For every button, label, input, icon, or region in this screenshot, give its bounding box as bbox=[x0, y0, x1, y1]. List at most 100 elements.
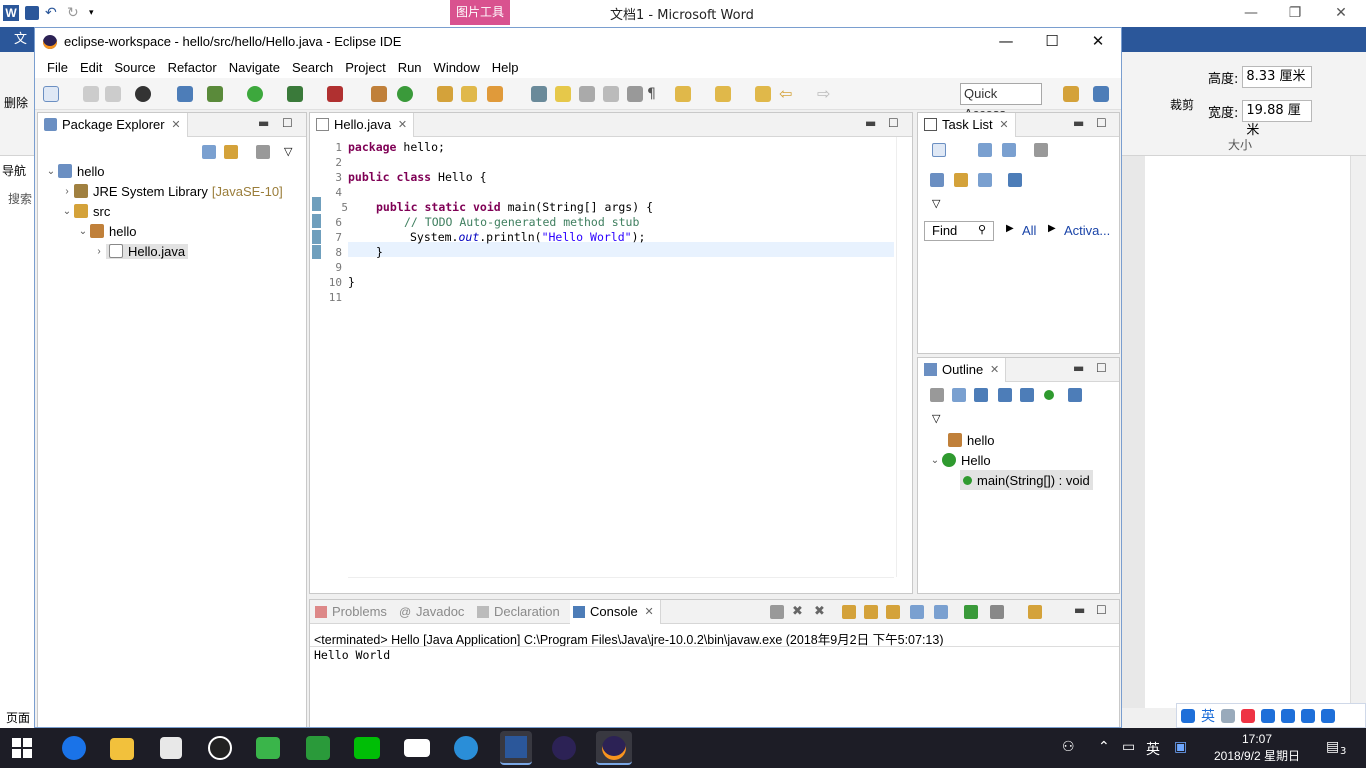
tab-declaration[interactable]: Declaration bbox=[474, 600, 560, 624]
collapse-all-icon[interactable] bbox=[978, 173, 992, 187]
maximize-icon[interactable]: ☐ bbox=[888, 116, 899, 130]
ime-settings-icon[interactable] bbox=[1321, 708, 1335, 723]
minimize-icon[interactable]: ▬ bbox=[258, 116, 269, 130]
menu-help[interactable]: Help bbox=[486, 60, 525, 75]
mail-icon[interactable] bbox=[404, 739, 430, 757]
chevron-up-icon[interactable]: ⌃ bbox=[1098, 739, 1110, 755]
open-perspective-icon[interactable] bbox=[1063, 86, 1079, 102]
word-vertical-scrollbar[interactable] bbox=[1350, 156, 1366, 708]
focus-icon[interactable] bbox=[930, 388, 944, 402]
eclipse-minimize-button[interactable]: — bbox=[983, 28, 1029, 56]
java-perspective-icon[interactable] bbox=[1093, 86, 1109, 102]
pin-console-icon[interactable] bbox=[964, 605, 978, 619]
menu-file[interactable]: File bbox=[41, 60, 74, 75]
eclipse-maximize-button[interactable]: ☐ bbox=[1029, 28, 1075, 56]
ime-skin-icon[interactable] bbox=[1301, 708, 1315, 723]
external-tools-icon[interactable] bbox=[327, 86, 343, 102]
video-player-icon[interactable] bbox=[256, 737, 280, 759]
ime-tools-icon[interactable] bbox=[1241, 708, 1255, 723]
tab-hello-java[interactable]: Hello.java ✕ bbox=[310, 113, 415, 137]
menu-source[interactable]: Source bbox=[108, 60, 161, 75]
tab-package-explorer[interactable]: Package Explorer ✕ bbox=[38, 113, 188, 137]
all-categories-link[interactable]: All bbox=[1022, 223, 1036, 238]
minimize-icon[interactable]: ▬ bbox=[865, 116, 876, 130]
chevron-down-icon[interactable]: ⌄ bbox=[44, 166, 58, 177]
sort-icon[interactable] bbox=[974, 388, 988, 402]
minimize-icon[interactable]: ▬ bbox=[1073, 116, 1084, 130]
open-type-icon[interactable] bbox=[437, 86, 453, 102]
store-icon[interactable] bbox=[160, 737, 182, 759]
run-icon[interactable] bbox=[247, 86, 263, 102]
terminate-icon[interactable] bbox=[770, 605, 784, 619]
iqiyi-icon[interactable] bbox=[354, 737, 380, 759]
crop-button[interactable]: 裁剪 bbox=[1170, 96, 1194, 113]
collapse-all-icon[interactable] bbox=[202, 145, 216, 159]
maximize-icon[interactable]: ☐ bbox=[1096, 361, 1107, 375]
tree-item-package[interactable]: ⌄ hello bbox=[76, 221, 137, 241]
chevron-down-icon[interactable]: ⌄ bbox=[60, 206, 74, 217]
tab-console[interactable]: Console ✕ bbox=[570, 600, 661, 624]
view-menu-icon[interactable]: ▽ bbox=[932, 197, 946, 211]
tree-item-file[interactable]: › Hello.java bbox=[92, 241, 189, 261]
tab-problems[interactable]: Problems bbox=[312, 600, 387, 624]
tree-item-jre-library[interactable]: › JRE System Library [JavaSE-10] bbox=[60, 181, 282, 201]
menu-run[interactable]: Run bbox=[392, 60, 428, 75]
annotation-icon[interactable] bbox=[531, 86, 547, 102]
width-input[interactable]: 19.88 厘米 bbox=[1242, 100, 1313, 138]
system-clock[interactable]: 17:07 2018/9/2 星期日 bbox=[1207, 731, 1307, 765]
focus-icon[interactable] bbox=[1034, 143, 1048, 157]
user-account-icon[interactable]: ▣ bbox=[1174, 739, 1187, 755]
new-task-icon[interactable] bbox=[932, 143, 946, 157]
back-icon[interactable]: ⇦ bbox=[779, 86, 795, 102]
eclipse-taskbar-icon[interactable] bbox=[596, 731, 632, 765]
view-menu-icon[interactable]: ▽ bbox=[284, 145, 298, 159]
hide-static-icon[interactable] bbox=[1020, 388, 1034, 402]
remove-all-icon[interactable]: ✖ bbox=[814, 605, 828, 619]
ime-keyboard-icon[interactable] bbox=[1261, 708, 1275, 723]
battery-icon[interactable]: ▭ bbox=[1122, 739, 1135, 755]
remove-launch-icon[interactable]: ✖ bbox=[792, 605, 806, 619]
link-with-editor-icon[interactable] bbox=[224, 145, 238, 159]
chevron-down-icon[interactable]: ⌄ bbox=[76, 226, 90, 237]
menu-edit[interactable]: Edit bbox=[74, 60, 108, 75]
scheduled-icon[interactable] bbox=[1002, 143, 1016, 157]
categorized-icon[interactable] bbox=[978, 143, 992, 157]
eclipse-installer-icon[interactable] bbox=[552, 736, 576, 760]
editor-vertical-scrollbar[interactable] bbox=[896, 137, 912, 577]
word-close-button[interactable]: ✕ bbox=[1318, 0, 1364, 27]
undo-icon[interactable]: ↶ bbox=[45, 5, 61, 21]
ime-user-icon[interactable] bbox=[1281, 708, 1295, 723]
forward-icon[interactable]: ⇨ bbox=[817, 86, 833, 102]
hide-local-types-icon[interactable] bbox=[1068, 388, 1082, 402]
scroll-lock-icon[interactable] bbox=[864, 605, 878, 619]
tree-item-project[interactable]: ⌄ hello bbox=[44, 161, 105, 181]
close-icon[interactable]: ✕ bbox=[398, 113, 407, 137]
chevron-down-icon[interactable]: ⌄ bbox=[928, 455, 942, 466]
menu-refactor[interactable]: Refactor bbox=[162, 60, 223, 75]
file-explorer-icon[interactable] bbox=[110, 738, 134, 760]
chevron-right-icon[interactable]: › bbox=[60, 186, 74, 197]
outline-item-class[interactable]: ⌄ Hello bbox=[928, 450, 991, 470]
maximize-icon[interactable]: ☐ bbox=[282, 116, 293, 130]
tree-item-src[interactable]: ⌄ src bbox=[60, 201, 111, 221]
filter-icon[interactable] bbox=[256, 145, 270, 159]
picture-tools-tab[interactable]: 图片工具 bbox=[450, 0, 510, 25]
menu-navigate[interactable]: Navigate bbox=[223, 60, 286, 75]
hide-fields-icon[interactable] bbox=[998, 388, 1012, 402]
tab-task-list[interactable]: Task List ✕ bbox=[918, 113, 1016, 137]
hide-completed-icon[interactable] bbox=[930, 173, 944, 187]
app-green-icon[interactable] bbox=[306, 736, 330, 760]
word-delete-label[interactable]: 删除 bbox=[4, 94, 28, 111]
chevron-right-icon[interactable]: › bbox=[92, 246, 106, 257]
show-on-error-icon[interactable] bbox=[934, 605, 948, 619]
coverage-icon[interactable] bbox=[287, 86, 303, 102]
close-icon[interactable]: ✕ bbox=[990, 358, 999, 382]
edge-icon[interactable] bbox=[62, 736, 86, 760]
console-output[interactable]: Hello World bbox=[314, 648, 390, 662]
pilcrow-icon[interactable]: ¶ bbox=[647, 86, 663, 102]
new-icon[interactable] bbox=[43, 86, 59, 102]
previous-annotation-icon[interactable] bbox=[715, 86, 731, 102]
next-annotation-icon[interactable] bbox=[675, 86, 691, 102]
collapse-all-icon[interactable] bbox=[952, 388, 966, 402]
ime-mode[interactable]: 英 bbox=[1201, 706, 1215, 726]
